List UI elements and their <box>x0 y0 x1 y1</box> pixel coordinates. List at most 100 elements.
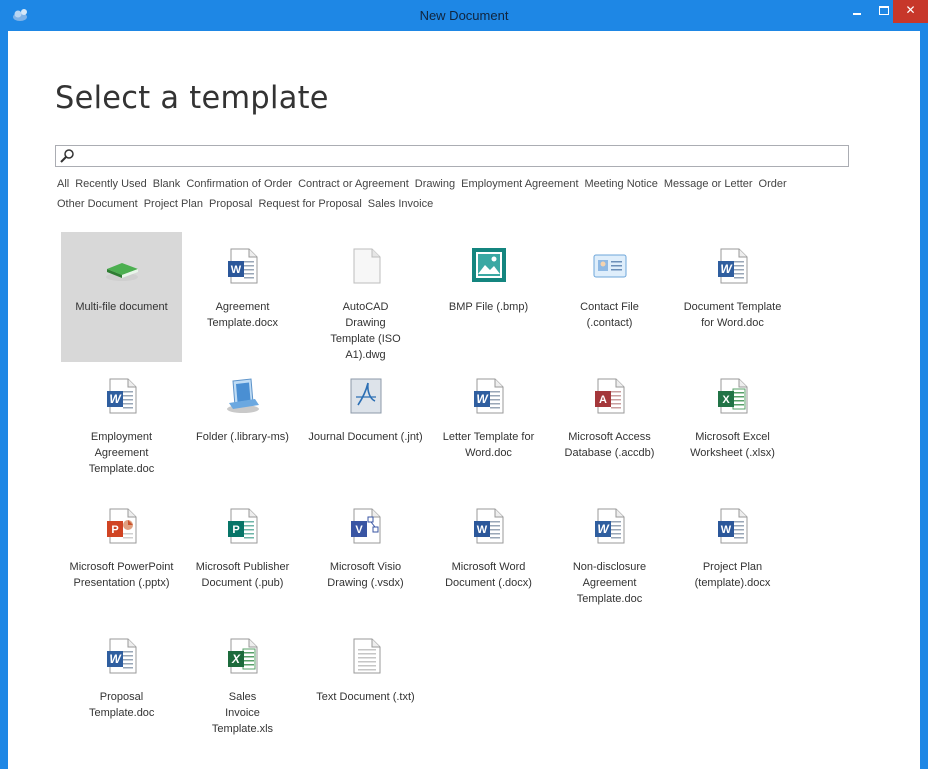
template-tile[interactable]: Contact File (.contact) <box>549 232 670 362</box>
excel-xls-icon: X <box>228 638 258 674</box>
template-tile[interactable]: W Agreement Template.docx <box>182 232 303 362</box>
word-doc-icon: W <box>107 378 137 414</box>
template-label: Text Document (.txt) <box>316 691 415 703</box>
template-label: Microsoft Visio Drawing (.vsdx) <box>327 561 404 589</box>
search-input[interactable] <box>55 145 849 167</box>
template-tile[interactable]: BMP File (.bmp) <box>428 232 549 362</box>
word-doc-icon: W <box>107 638 137 674</box>
journal-icon <box>350 378 382 414</box>
search-icon <box>60 149 74 163</box>
template-tile[interactable]: Multi-file document <box>61 232 182 362</box>
category-filter-list: All Recently Used Blank Confirmation of Ord… <box>57 174 857 214</box>
filter-proposal[interactable]: Proposal <box>209 198 252 210</box>
template-label: BMP File (.bmp) <box>448 301 529 313</box>
filter-confirmation-of-order[interactable]: Confirmation of Order <box>186 178 292 190</box>
template-label: Microsoft PowerPoint Presentation (.pptx… <box>69 561 174 589</box>
filter-project-plan[interactable]: Project Plan <box>144 198 203 210</box>
template-tile[interactable]: W Proposal Template.doc <box>61 622 182 752</box>
svg-text:P: P <box>111 524 118 536</box>
svg-text:W: W <box>231 264 242 276</box>
template-label: Sales Invoice Template.xls <box>211 691 274 735</box>
minimize-icon <box>852 13 861 15</box>
library-folder-icon <box>227 378 259 413</box>
template-label: AutoCAD Drawing Template (ISO A1).dwg <box>330 301 401 361</box>
text-file-icon <box>353 638 381 674</box>
template-tile[interactable]: AutoCAD Drawing Template (ISO A1).dwg <box>305 232 426 362</box>
powerpoint-icon: P <box>107 508 137 544</box>
word-doc-icon: W <box>718 248 748 284</box>
filter-all[interactable]: All <box>57 178 69 190</box>
filter-drawing[interactable]: Drawing <box>415 178 455 190</box>
green-book-icon <box>106 263 138 281</box>
svg-text:W: W <box>597 522 610 536</box>
filter-request-for-proposal[interactable]: Request for Proposal <box>258 198 361 210</box>
template-tile[interactable]: W Letter Template for Word.doc <box>428 362 549 492</box>
filter-employment-agreement[interactable]: Employment Agreement <box>461 178 578 190</box>
publisher-icon: P <box>228 508 258 544</box>
filter-contract-or-agreement[interactable]: Contract or Agreement <box>298 178 409 190</box>
template-label: Microsoft Excel Worksheet (.xlsx) <box>690 431 775 459</box>
access-icon: A <box>595 378 625 414</box>
page-title: Select a template <box>55 80 329 116</box>
template-label: Letter Template for Word.doc <box>442 431 535 459</box>
template-tile[interactable]: W Non-disclosure Agreement Template.doc <box>549 492 670 622</box>
filter-recently-used[interactable]: Recently Used <box>75 178 147 190</box>
template-tile[interactable]: W Employment Agreement Template.doc <box>61 362 182 492</box>
svg-text:W: W <box>109 652 122 666</box>
word-docx-icon: W <box>718 508 748 544</box>
svg-text:X: X <box>231 652 241 666</box>
template-tile[interactable]: A Microsoft Access Database (.accdb) <box>549 362 670 492</box>
blank-file-icon <box>353 248 381 284</box>
template-tile[interactable]: X Sales Invoice Template.xls <box>182 622 303 752</box>
svg-text:X: X <box>722 394 730 406</box>
svg-text:W: W <box>476 392 489 406</box>
filter-order[interactable]: Order <box>759 178 787 190</box>
template-label: Microsoft Access Database (.accdb) <box>564 431 655 459</box>
svg-text:W: W <box>721 524 732 536</box>
template-label: Non-disclosure Agreement Template.doc <box>572 561 647 605</box>
template-label: Microsoft Word Document (.docx) <box>445 561 532 589</box>
template-label: Document Template for Word.doc <box>683 301 782 329</box>
template-label: Employment Agreement Template.doc <box>88 431 155 475</box>
svg-text:W: W <box>109 392 122 406</box>
title-bar[interactable]: New Document ✕ <box>0 0 928 31</box>
template-tile[interactable]: W Project Plan (template).docx <box>672 492 793 622</box>
word-doc-icon: W <box>595 508 625 544</box>
template-tile[interactable]: X Microsoft Excel Worksheet (.xlsx) <box>672 362 793 492</box>
image-file-icon <box>472 248 506 282</box>
filter-message-or-letter[interactable]: Message or Letter <box>664 178 753 190</box>
svg-text:W: W <box>720 262 733 276</box>
contact-card-icon <box>593 254 627 278</box>
svg-text:P: P <box>232 524 239 536</box>
window-title: New Document <box>419 8 509 23</box>
close-button[interactable]: ✕ <box>893 0 928 23</box>
template-label: Contact File (.contact) <box>580 301 639 329</box>
template-tile[interactable]: Text Document (.txt) <box>305 622 426 752</box>
template-tile[interactable]: V Microsoft Visio Drawing (.vsdx) <box>305 492 426 622</box>
template-tile[interactable]: Folder (.library-ms) <box>182 362 303 492</box>
template-tile[interactable]: P Microsoft Publisher Document (.pub) <box>182 492 303 622</box>
word-docx-icon: W <box>474 508 504 544</box>
visio-icon: V <box>351 508 381 544</box>
filter-blank[interactable]: Blank <box>153 178 181 190</box>
word-docx-icon: W <box>228 248 258 284</box>
word-doc-icon: W <box>474 378 504 414</box>
filter-other-document[interactable]: Other Document <box>57 198 138 210</box>
template-label: Agreement Template.docx <box>207 301 278 329</box>
excel-icon: X <box>718 378 748 414</box>
template-label: Journal Document (.jnt) <box>308 431 423 443</box>
template-tile[interactable]: W Document Template for Word.doc <box>672 232 793 362</box>
template-label: Multi-file document <box>75 301 168 313</box>
svg-text:W: W <box>477 524 488 536</box>
maximize-icon <box>878 6 889 15</box>
template-tile[interactable]: W Microsoft Word Document (.docx) <box>428 492 549 622</box>
template-label: Proposal Template.doc <box>89 691 155 719</box>
template-label: Microsoft Publisher Document (.pub) <box>195 561 290 589</box>
minimize-button[interactable] <box>843 0 870 23</box>
template-label: Folder (.library-ms) <box>196 431 289 443</box>
filter-meeting-notice[interactable]: Meeting Notice <box>585 178 658 190</box>
filter-sales-invoice[interactable]: Sales Invoice <box>368 198 433 210</box>
template-tile[interactable]: P Microsoft PowerPoint Presentation (.ppt… <box>61 492 182 622</box>
new-document-window: New Document ✕ Select a template All Rece… <box>0 0 928 769</box>
template-tile[interactable]: Journal Document (.jnt) <box>305 362 426 492</box>
